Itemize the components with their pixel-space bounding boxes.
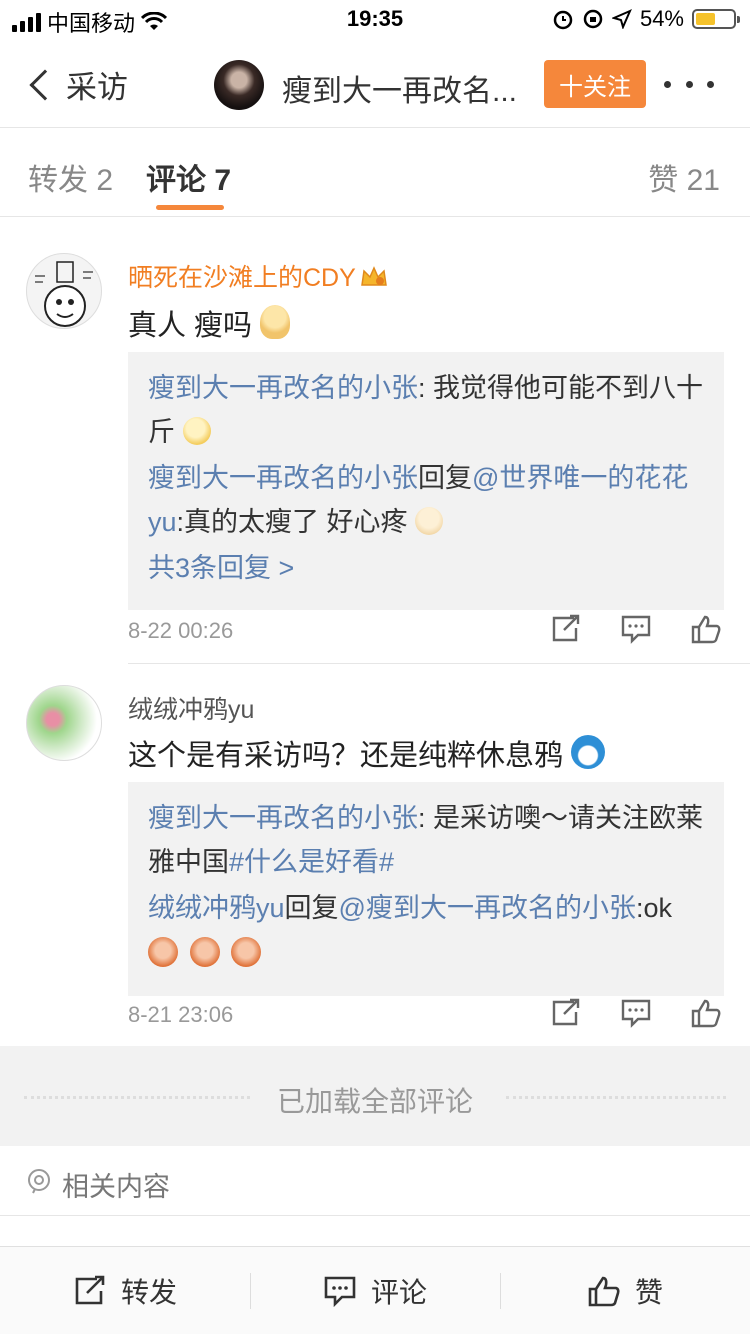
comment-body: 真人 瘦吗 bbox=[128, 310, 253, 342]
comment-time: 8-21 23:06 bbox=[128, 1002, 234, 1027]
tab-repost[interactable]: 转发 2 bbox=[28, 155, 113, 199]
status-bar: 中国移动 19:35 54% bbox=[0, 0, 750, 40]
tab-active-indicator bbox=[156, 205, 224, 210]
comment-time: 8-22 00:26 bbox=[128, 618, 234, 643]
related-label: 相关内容 bbox=[62, 1172, 170, 1202]
repost-label: 转发 bbox=[120, 1277, 177, 1308]
back-label: 采访 bbox=[66, 70, 128, 105]
loaded-all-banner: 已加载全部评论 bbox=[0, 1046, 750, 1146]
reply-line: 瘦到大一再改名的小张: 是采访噢～请关注欧莱雅中国#什么是好看# bbox=[148, 796, 704, 884]
username-text[interactable]: 晒死在沙滩上的CDY bbox=[128, 264, 356, 292]
comment-actions bbox=[550, 614, 722, 644]
alarm-icon bbox=[553, 10, 573, 30]
reply-line: 瘦到大一再改名的小张回复@世界唯一的花花yu:真的太瘦了 好心疼 bbox=[148, 456, 704, 544]
cartoon-avatar-icon bbox=[35, 261, 93, 327]
reply-hashtag[interactable]: #什么是好看# bbox=[229, 847, 394, 877]
tab-like[interactable]: 赞 21 bbox=[648, 155, 720, 199]
smirk-emoji-icon bbox=[260, 305, 291, 339]
more-icon[interactable] bbox=[664, 64, 714, 104]
share-icon bbox=[75, 1275, 105, 1305]
reply-line: 绒绒冲鸦yu回复@瘦到大一再改名的小张:ok bbox=[148, 886, 704, 930]
repost-button[interactable]: 转发 bbox=[0, 1247, 250, 1334]
thinking-emoji-icon bbox=[182, 417, 211, 445]
author-avatar[interactable] bbox=[214, 60, 264, 110]
pig-emoji-icon bbox=[189, 937, 220, 967]
emoji-row bbox=[148, 932, 704, 976]
comment-label: 评论 bbox=[370, 1277, 427, 1308]
like-button[interactable]: 赞 bbox=[500, 1247, 750, 1334]
tab-comment[interactable]: 评论 7 bbox=[146, 155, 231, 199]
location-icon bbox=[611, 9, 632, 29]
like-icon bbox=[588, 1276, 620, 1307]
page-title[interactable]: 瘦到大一再改名... bbox=[282, 66, 517, 110]
battery-icon bbox=[692, 9, 740, 29]
bottom-action-bar: 转发 评论 赞 bbox=[0, 1246, 750, 1334]
reply-author[interactable]: 瘦到大一再改名的小张 bbox=[148, 373, 418, 403]
pig-emoji-icon bbox=[148, 937, 178, 967]
follow-button[interactable]: 十关注 bbox=[544, 60, 646, 108]
doraemon-emoji-icon bbox=[571, 735, 606, 769]
share-icon[interactable] bbox=[550, 998, 582, 1028]
reply-verb: 回复 bbox=[284, 893, 339, 923]
comment-text: 这个是有采访吗？还是纯粹休息鸦 bbox=[128, 732, 606, 774]
more-replies-link[interactable]: 共3条回复 > bbox=[148, 546, 704, 590]
comment-actions bbox=[550, 998, 722, 1028]
reply-text: :真的太瘦了 好心疼 bbox=[176, 507, 408, 537]
reply-box[interactable]: 瘦到大一再改名的小张: 是采访噢～请关注欧莱雅中国#什么是好看# 绒绒冲鸦yu回… bbox=[128, 782, 724, 996]
avatar[interactable] bbox=[26, 685, 102, 761]
sad-emoji-icon bbox=[415, 507, 444, 535]
comment-icon[interactable] bbox=[620, 614, 652, 644]
dotted-divider bbox=[506, 1096, 726, 1099]
share-icon[interactable] bbox=[550, 614, 582, 644]
nav-bar: 采访 瘦到大一再改名... 十关注 bbox=[0, 40, 750, 128]
loaded-all-text: 已加载全部评论 bbox=[276, 1086, 473, 1117]
chevron-left-icon bbox=[29, 68, 61, 101]
avatar[interactable] bbox=[26, 253, 102, 329]
divider bbox=[128, 663, 750, 664]
rotation-lock-icon bbox=[583, 9, 603, 29]
pig-emoji-icon bbox=[231, 937, 262, 967]
related-content-header[interactable]: 相关内容 bbox=[0, 1146, 750, 1216]
comment-body: 这个是有采访吗？还是纯粹休息鸦 bbox=[128, 740, 564, 772]
comment-icon[interactable] bbox=[620, 998, 652, 1028]
reply-author[interactable]: 瘦到大一再改名的小张 bbox=[148, 803, 418, 833]
reply-box[interactable]: 瘦到大一再改名的小张: 我觉得他可能不到八十斤 瘦到大一再改名的小张回复@世界唯… bbox=[128, 352, 724, 610]
battery-percent: 54% bbox=[639, 6, 684, 31]
vip-crown-icon bbox=[360, 266, 387, 286]
status-right: 54% bbox=[552, 6, 740, 32]
comment-button[interactable]: 评论 bbox=[250, 1247, 500, 1334]
reply-author[interactable]: 绒绒冲鸦yu bbox=[148, 893, 285, 923]
comment-username[interactable]: 晒死在沙滩上的CDY bbox=[128, 258, 388, 294]
reply-mention[interactable]: @瘦到大一再改名的小张 bbox=[339, 893, 636, 923]
reply-verb: 回复 bbox=[418, 463, 472, 493]
like-icon[interactable] bbox=[690, 614, 722, 644]
reply-text: :ok bbox=[635, 893, 672, 923]
reply-line: 瘦到大一再改名的小张: 我觉得他可能不到八十斤 bbox=[148, 366, 704, 454]
comment-icon bbox=[324, 1276, 356, 1307]
comment-username[interactable]: 绒绒冲鸦yu bbox=[128, 690, 254, 726]
tab-bar: 转发 2 评论 7 赞 21 bbox=[0, 129, 750, 217]
comment-text: 真人 瘦吗 bbox=[128, 302, 291, 344]
reply-author[interactable]: 瘦到大一再改名的小张 bbox=[148, 463, 418, 493]
back-button[interactable]: 采访 bbox=[29, 62, 128, 107]
like-icon[interactable] bbox=[690, 998, 722, 1028]
related-icon bbox=[28, 1169, 50, 1194]
like-label: 赞 bbox=[634, 1277, 663, 1308]
